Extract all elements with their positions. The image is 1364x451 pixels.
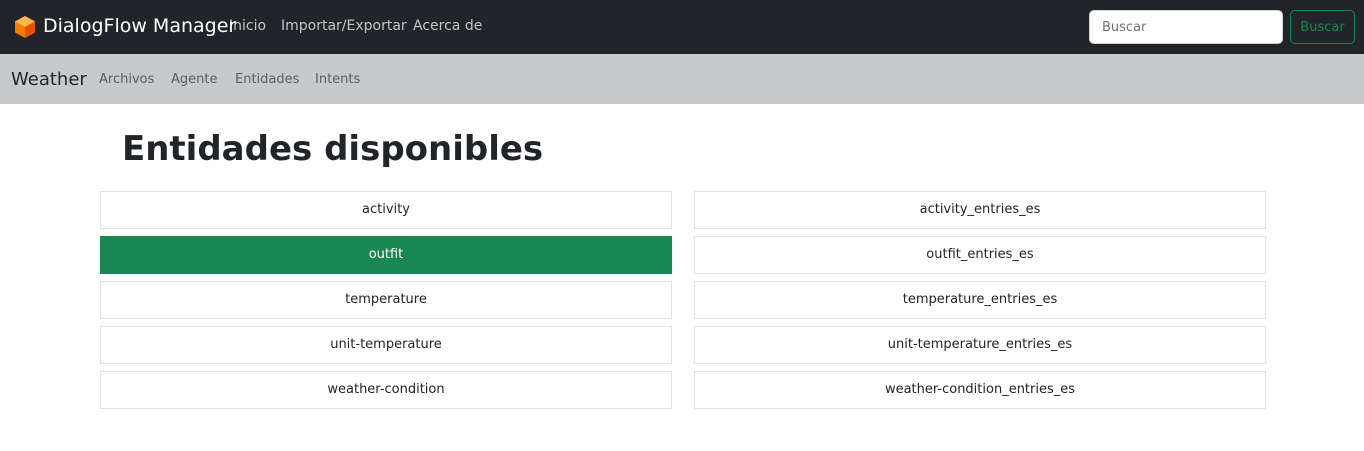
app-brand[interactable]: DialogFlow Manager <box>43 14 236 38</box>
entity-item-temperature[interactable]: temperature <box>100 281 672 319</box>
agent-name[interactable]: Weather <box>11 68 87 92</box>
subnav-link-archivos[interactable]: Archivos <box>99 71 154 89</box>
agent-navbar: Weather Archivos Agente Entidades Intent… <box>0 54 1364 104</box>
nav-link-importar-exportar[interactable]: Importar/Exportar <box>281 16 407 36</box>
entry-item-activity-entries-es[interactable]: activity_entries_es <box>694 191 1266 229</box>
nav-link-acerca-de[interactable]: Acerca de <box>413 16 482 36</box>
entry-item-weather-condition-entries-es[interactable]: weather-condition_entries_es <box>694 371 1266 409</box>
entity-item-unit-temperature[interactable]: unit-temperature <box>100 326 672 364</box>
entry-item-outfit-entries-es[interactable]: outfit_entries_es <box>694 236 1266 274</box>
page-title: Entidades disponibles <box>122 129 544 169</box>
nav-link-inicio[interactable]: Inicio <box>229 16 266 36</box>
entity-item-weather-condition[interactable]: weather-condition <box>100 371 672 409</box>
subnav-link-agente[interactable]: Agente <box>171 71 217 89</box>
subnav-link-entidades[interactable]: Entidades <box>235 71 299 89</box>
top-navbar: DialogFlow Manager Inicio Importar/Expor… <box>0 0 1364 54</box>
search-input[interactable] <box>1089 10 1283 44</box>
entity-item-activity[interactable]: activity <box>100 191 672 229</box>
subnav-link-intents[interactable]: Intents <box>315 71 360 89</box>
cube-logo-icon <box>15 16 35 38</box>
entry-item-unit-temperature-entries-es[interactable]: unit-temperature_entries_es <box>694 326 1266 364</box>
entry-item-temperature-entries-es[interactable]: temperature_entries_es <box>694 281 1266 319</box>
search-button[interactable]: Buscar <box>1290 10 1355 44</box>
entity-item-outfit[interactable]: outfit <box>100 236 672 274</box>
